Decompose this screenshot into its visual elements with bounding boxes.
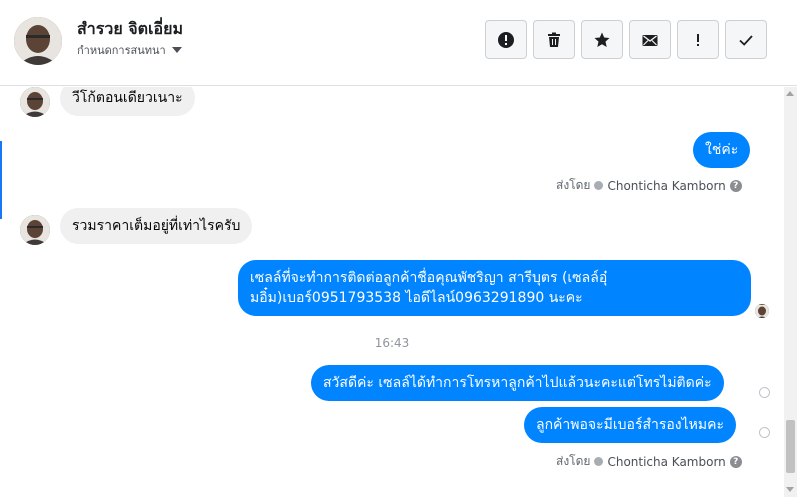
verified-icon (594, 457, 604, 466)
star-icon (594, 32, 610, 47)
star-button[interactable] (581, 20, 623, 59)
scroll-up-arrow-icon[interactable] (786, 91, 794, 96)
verified-icon (594, 181, 604, 190)
sent-by-info: ส่งโดย Chonticha Kamborn ? (556, 176, 742, 195)
sent-by-label: ส่งโดย (556, 178, 591, 192)
mark-spam-button[interactable] (485, 20, 527, 59)
seen-avatar (755, 304, 769, 318)
envelope-icon (642, 34, 658, 46)
contact-name[interactable]: สำรวย จิตเอี่ยม (77, 17, 183, 42)
outgoing-message: เซลล์ที่จะทำการติดต่อลูกค้าชื่อคุณพัชริญ… (238, 260, 751, 316)
scrollbar-thumb[interactable] (786, 420, 795, 473)
chevron-down-icon (171, 47, 182, 53)
agent-name[interactable]: Chonticha Kamborn (607, 455, 725, 469)
conversation-toolbar (485, 20, 773, 59)
incoming-message: รวมราคาเต็มอยู่ที่เท่าไรครับ (60, 208, 253, 244)
outgoing-message: ลูกค้าพอจะมีเบอร์สำรองไหมคะ (524, 407, 737, 443)
alert-circle-icon (498, 31, 514, 48)
trash-icon (548, 32, 560, 47)
incoming-message: วีโก้ตอนเดียวเนาะ (60, 87, 195, 116)
scroll-down-arrow-icon[interactable] (786, 487, 794, 492)
help-icon[interactable]: ? (729, 455, 742, 468)
sender-avatar (20, 215, 50, 245)
message-thread[interactable]: วีโก้ตอนเดียวเนาะ ใช่ค่ะ ส่งโดย Chontich… (0, 87, 797, 497)
outgoing-message: ใช่ค่ะ (693, 132, 751, 168)
mark-unread-button[interactable] (629, 20, 671, 59)
exclamation-icon (697, 33, 699, 46)
mark-done-button[interactable] (725, 20, 767, 59)
selection-indicator (0, 141, 2, 219)
sender-avatar (20, 87, 50, 117)
contact-avatar[interactable] (14, 17, 62, 65)
conversation-settings-dropdown[interactable]: กำหนดการสนทนา (77, 41, 182, 59)
message-timestamp: 16:43 (374, 336, 410, 350)
sent-by-label: ส่งโดย (556, 454, 591, 468)
help-icon[interactable]: ? (729, 179, 742, 192)
delete-button[interactable] (533, 20, 575, 59)
delivered-icon (759, 387, 770, 398)
sent-by-info: ส่งโดย Chonticha Kamborn ? (556, 452, 742, 471)
delivered-icon (759, 427, 770, 438)
agent-name[interactable]: Chonticha Kamborn (607, 179, 725, 193)
conversation-header: สำรวย จิตเอี่ยม กำหนดการสนทนา (0, 0, 797, 86)
conversation-settings-label: กำหนดการสนทนา (77, 44, 166, 57)
follow-up-button[interactable] (677, 20, 719, 59)
check-icon (739, 34, 753, 46)
outgoing-message: สวัสดีค่ะ เซลล์ได้ทำการโทรหาลูกค้าไปแล้ว… (311, 365, 724, 401)
